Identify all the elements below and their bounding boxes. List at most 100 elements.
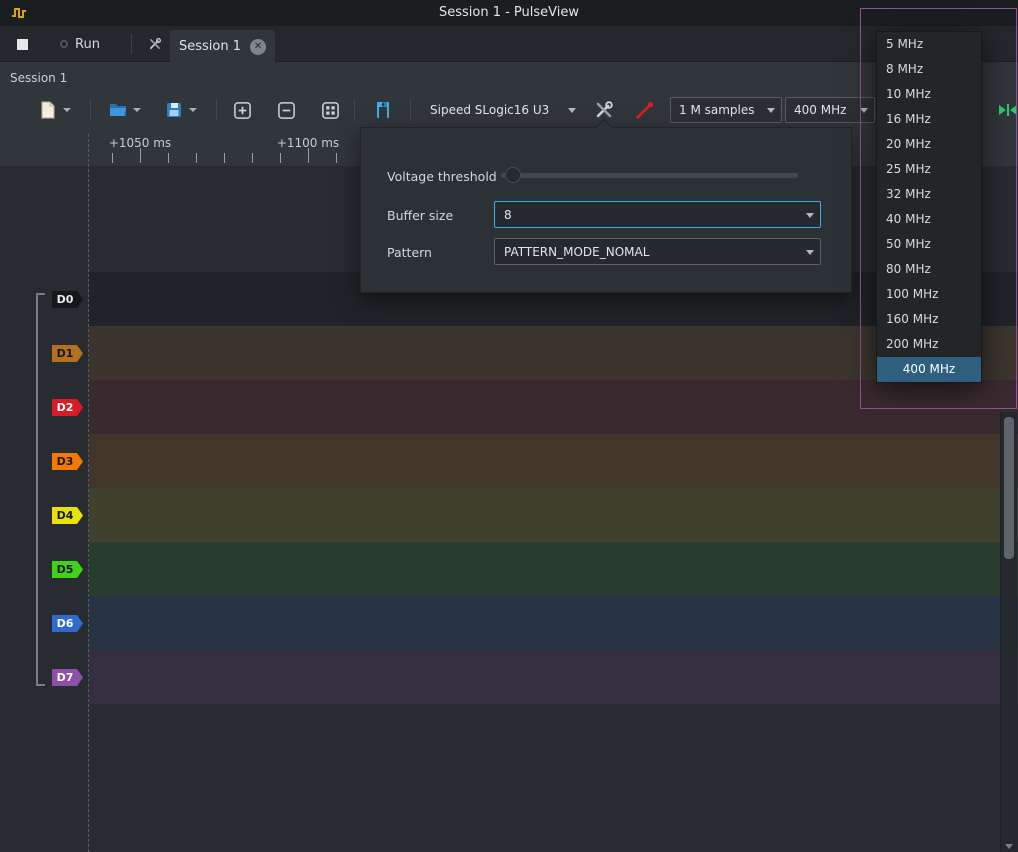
channel-band-D3	[89, 434, 1018, 488]
sample-rate-dropdown: 5 MHz8 MHz10 MHz16 MHz20 MHz25 MHz32 MHz…	[876, 31, 982, 383]
channels-button[interactable]	[628, 95, 662, 125]
stop-icon	[17, 39, 28, 50]
sample-rate-option[interactable]: 5 MHz	[877, 32, 981, 57]
sample-rate-option[interactable]: 8 MHz	[877, 57, 981, 82]
zoom-in-button[interactable]	[227, 95, 257, 125]
scrollbar-down-arrow-icon[interactable]	[1005, 844, 1013, 849]
save-icon	[164, 100, 184, 120]
window-title: Session 1 - PulseView	[0, 0, 1018, 26]
zoom-fit-button[interactable]	[997, 95, 1018, 125]
channel-tag-D1[interactable]: D1	[52, 345, 83, 362]
sample-rate-option[interactable]: 25 MHz	[877, 157, 981, 182]
channel-tag-D7[interactable]: D7	[52, 669, 83, 686]
channel-tag-D5[interactable]: D5	[52, 561, 83, 578]
ruler-major-tick	[140, 148, 141, 163]
channels-probe-icon	[634, 100, 656, 120]
channel-band-D2	[89, 380, 1018, 434]
new-session-button[interactable]	[28, 95, 80, 125]
sample-rate-option[interactable]: 80 MHz	[877, 257, 981, 282]
pattern-value: PATTERN_MODE_NOMAL	[504, 245, 649, 259]
tab-label: Session 1	[179, 39, 241, 54]
pattern-arrow-icon	[806, 250, 814, 255]
save-dropdown-arrow[interactable]	[189, 108, 197, 112]
channel-tag-D2[interactable]: D2	[52, 399, 83, 416]
zoom-original-button[interactable]	[315, 95, 345, 125]
sample-rate-option[interactable]: 160 MHz	[877, 307, 981, 332]
sample-rate-option[interactable]: 10 MHz	[877, 82, 981, 107]
pattern-select[interactable]: PATTERN_MODE_NOMAL	[494, 238, 821, 265]
toolbar-separator	[410, 99, 411, 121]
sample-rate-option[interactable]: 400 MHz	[877, 357, 981, 382]
tab-session-1[interactable]: Session 1 ✕	[170, 30, 275, 63]
ruler-tick	[336, 153, 337, 163]
tab-close-icon[interactable]: ✕	[250, 39, 266, 55]
channel-band-D5	[89, 542, 1018, 596]
new-session-dropdown-arrow[interactable]	[63, 108, 71, 112]
sample-rate-value: 400 MHz	[794, 103, 846, 117]
sample-rate-option[interactable]: 50 MHz	[877, 232, 981, 257]
settings-button[interactable]	[140, 30, 170, 58]
sample-count-arrow-icon	[767, 108, 775, 113]
stop-button[interactable]	[6, 30, 38, 58]
session-toolbar: Sipeed SLogic16 U3 1 M samples	[0, 92, 1018, 130]
ruler-tick	[168, 153, 169, 163]
toolbar-separator	[90, 99, 91, 121]
sample-rate-option[interactable]: 32 MHz	[877, 182, 981, 207]
ruler-tick	[224, 153, 225, 163]
scrollbar-thumb[interactable]	[1004, 417, 1014, 559]
sample-rate-option[interactable]: 20 MHz	[877, 132, 981, 157]
sample-rate-option[interactable]: 200 MHz	[877, 332, 981, 357]
show-cursors-icon	[372, 100, 394, 120]
channel-group-bracket	[36, 293, 45, 686]
channel-tag-D6[interactable]: D6	[52, 615, 83, 632]
toolbar-separator	[131, 34, 132, 54]
channel-band-D6	[89, 596, 1018, 650]
open-dropdown-arrow[interactable]	[133, 108, 141, 112]
save-button[interactable]	[154, 95, 206, 125]
session-title: Session 1	[10, 71, 67, 85]
toolbar-separator	[354, 99, 355, 121]
show-cursors-button[interactable]	[366, 95, 400, 125]
device-config-icon	[594, 100, 614, 120]
voltage-threshold-label: Voltage threshold	[387, 169, 497, 184]
new-session-icon	[38, 100, 58, 120]
sample-rate-option[interactable]: 40 MHz	[877, 207, 981, 232]
buffer-size-label: Buffer size	[387, 208, 453, 223]
pulseview-window: Session 1 - PulseView Run Session 1 ✕ Se…	[0, 0, 1018, 852]
voltage-threshold-slider-handle[interactable]	[505, 167, 521, 183]
sample-rate-select[interactable]: 400 MHz	[785, 97, 875, 123]
buffer-size-value: 8	[504, 208, 512, 222]
device-select-value: Sipeed SLogic16 U3	[430, 103, 549, 117]
main-toolbar: Run Session 1 ✕	[0, 26, 1018, 62]
buffer-size-select[interactable]: 8	[494, 201, 821, 228]
sample-rate-option[interactable]: 100 MHz	[877, 282, 981, 307]
channel-tag-D3[interactable]: D3	[52, 453, 83, 470]
open-button[interactable]	[98, 95, 150, 125]
run-button[interactable]: Run	[52, 30, 108, 58]
sample-count-select[interactable]: 1 M samples	[670, 97, 782, 123]
sample-count-value: 1 M samples	[679, 103, 755, 117]
run-label: Run	[75, 37, 100, 52]
pattern-label: Pattern	[387, 245, 432, 260]
ruler-tick	[280, 153, 281, 163]
voltage-threshold-slider[interactable]	[501, 173, 798, 178]
channel-tag-D4[interactable]: D4	[52, 507, 83, 524]
channel-tag-D0[interactable]: D0	[52, 291, 83, 308]
device-config-popup: Voltage threshold Buffer size 8 Pattern …	[360, 127, 852, 293]
channel-band-D4	[89, 488, 1018, 542]
sample-rate-arrow-icon	[860, 108, 868, 113]
app-icon	[11, 5, 27, 21]
buffer-size-arrow-icon	[806, 213, 814, 218]
ruler-tick	[112, 153, 113, 163]
device-select-arrow-icon	[568, 108, 576, 113]
settings-tools-icon	[148, 35, 162, 53]
vertical-scrollbar[interactable]	[1000, 412, 1017, 852]
toolbar-separator	[216, 99, 217, 121]
zoom-original-icon	[321, 101, 340, 120]
ruler-tick	[196, 153, 197, 163]
device-select[interactable]: Sipeed SLogic16 U3	[422, 97, 582, 123]
zoom-out-button[interactable]	[271, 95, 301, 125]
run-icon	[60, 40, 68, 48]
open-folder-icon	[108, 100, 128, 120]
sample-rate-option[interactable]: 16 MHz	[877, 107, 981, 132]
